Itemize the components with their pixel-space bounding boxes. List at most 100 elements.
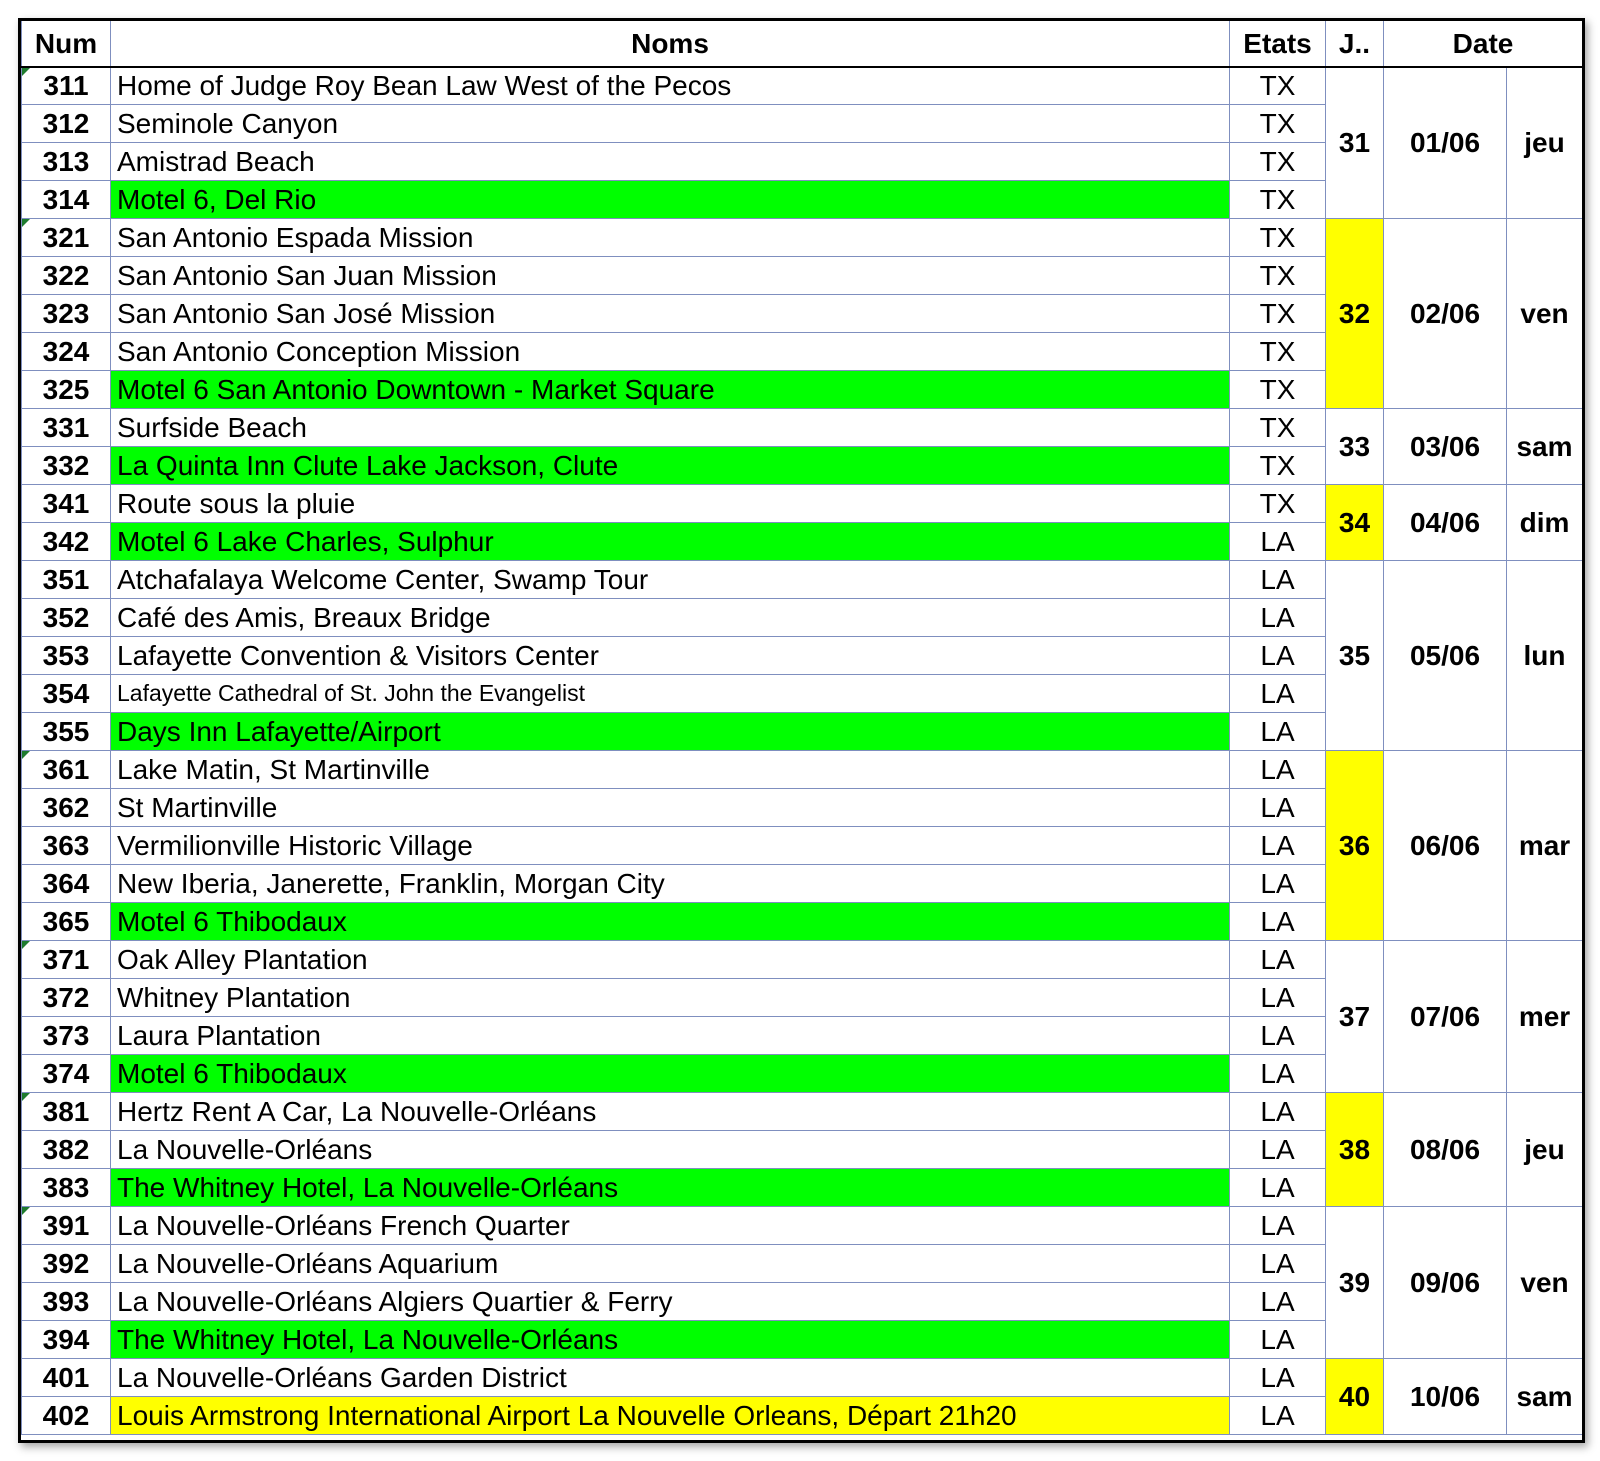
cell-etat[interactable]: LA	[1229, 864, 1326, 903]
cell-etat[interactable]: LA	[1229, 598, 1326, 637]
cell-etat[interactable]: TX	[1229, 446, 1326, 485]
cell-jour[interactable]: 31	[1325, 67, 1384, 219]
cell-nom[interactable]: Atchafalaya Welcome Center, Swamp Tour	[110, 560, 1230, 599]
cell-etat[interactable]: LA	[1229, 750, 1326, 789]
cell-etat[interactable]: LA	[1229, 1054, 1326, 1093]
cell-etat[interactable]: TX	[1229, 484, 1326, 523]
cell-nom[interactable]: Louis Armstrong International Airport La…	[110, 1396, 1230, 1435]
cell-jour[interactable]: 36	[1325, 750, 1384, 941]
cell-etat[interactable]: LA	[1229, 1244, 1326, 1283]
cell-etat[interactable]: LA	[1229, 1092, 1326, 1131]
cell-etat[interactable]: LA	[1229, 1016, 1326, 1055]
cell-nom[interactable]: San Antonio Conception Mission	[110, 332, 1230, 371]
cell-jour[interactable]: 37	[1325, 940, 1384, 1093]
header-etats[interactable]: Etats	[1229, 21, 1326, 68]
cell-nom[interactable]: Café des Amis, Breaux Bridge	[110, 598, 1230, 637]
cell-nom[interactable]: Route sous la pluie	[110, 484, 1230, 523]
cell-nom[interactable]: San Antonio San José Mission	[110, 294, 1230, 333]
cell-nom[interactable]: Amistrad Beach	[110, 142, 1230, 181]
cell-num[interactable]: 353	[21, 636, 111, 675]
cell-num[interactable]: 322	[21, 256, 111, 295]
cell-nom[interactable]: Motel 6, Del Rio	[110, 180, 1230, 219]
cell-etat[interactable]: TX	[1229, 256, 1326, 295]
cell-num[interactable]: 355	[21, 712, 111, 751]
cell-num[interactable]: 331	[21, 408, 111, 447]
cell-date[interactable]: 02/06	[1383, 218, 1507, 409]
cell-weekday[interactable]: dim	[1505, 484, 1582, 561]
cell-num[interactable]: 374	[21, 1054, 111, 1093]
cell-etat[interactable]: TX	[1229, 67, 1326, 105]
cell-weekday[interactable]: ven	[1505, 218, 1582, 409]
cell-etat[interactable]: LA	[1229, 1130, 1326, 1169]
cell-num[interactable]: 341	[21, 484, 111, 523]
cell-etat[interactable]: LA	[1229, 978, 1326, 1017]
cell-etat[interactable]: LA	[1229, 560, 1326, 599]
cell-etat[interactable]: LA	[1229, 522, 1326, 561]
cell-num[interactable]: 351	[21, 560, 111, 599]
cell-nom[interactable]: La Nouvelle-Orléans Aquarium	[110, 1244, 1230, 1283]
cell-num[interactable]: 332	[21, 446, 111, 485]
cell-etat[interactable]: LA	[1229, 1282, 1326, 1321]
cell-date[interactable]: 05/06	[1383, 560, 1507, 751]
cell-etat[interactable]: TX	[1229, 408, 1326, 447]
cell-jour[interactable]: 32	[1325, 218, 1384, 409]
cell-num[interactable]: 354	[21, 674, 111, 713]
cell-num[interactable]: 311	[21, 67, 111, 105]
cell-weekday[interactable]: sam	[1505, 1358, 1582, 1435]
cell-date[interactable]: 04/06	[1383, 484, 1507, 561]
cell-date[interactable]: 09/06	[1383, 1206, 1507, 1359]
cell-etat[interactable]: TX	[1229, 218, 1326, 257]
cell-nom[interactable]: St Martinville	[110, 788, 1230, 827]
cell-etat[interactable]: LA	[1229, 788, 1326, 827]
cell-etat[interactable]: TX	[1229, 180, 1326, 219]
cell-num[interactable]: 373	[21, 1016, 111, 1055]
cell-num[interactable]: 321	[21, 218, 111, 257]
cell-weekday[interactable]: sam	[1505, 408, 1582, 485]
cell-num[interactable]: 394	[21, 1320, 111, 1359]
cell-nom[interactable]: La Nouvelle-Orléans French Quarter	[110, 1206, 1230, 1245]
cell-num[interactable]: 312	[21, 104, 111, 143]
cell-nom[interactable]: Oak Alley Plantation	[110, 940, 1230, 979]
cell-num[interactable]: 323	[21, 294, 111, 333]
cell-nom[interactable]: San Antonio San Juan Mission	[110, 256, 1230, 295]
cell-nom[interactable]: Lafayette Cathedral of St. John the Evan…	[110, 674, 1230, 713]
cell-num[interactable]: 401	[21, 1358, 111, 1397]
header-date[interactable]: Date	[1382, 21, 1582, 68]
cell-date[interactable]: 10/06	[1383, 1358, 1507, 1435]
cell-etat[interactable]: LA	[1229, 712, 1326, 751]
cell-num[interactable]: 342	[21, 522, 111, 561]
cell-nom[interactable]: Laura Plantation	[110, 1016, 1230, 1055]
cell-weekday[interactable]: mer	[1505, 940, 1582, 1093]
cell-nom[interactable]: Seminole Canyon	[110, 104, 1230, 143]
cell-nom[interactable]: San Antonio Espada Mission	[110, 218, 1230, 257]
cell-nom[interactable]: La Nouvelle-Orléans	[110, 1130, 1230, 1169]
cell-weekday[interactable]: ven	[1505, 1206, 1582, 1359]
cell-jour[interactable]: 38	[1325, 1092, 1384, 1207]
header-noms[interactable]: Noms	[110, 21, 1230, 68]
cell-num[interactable]: 352	[21, 598, 111, 637]
cell-num[interactable]: 313	[21, 142, 111, 181]
cell-etat[interactable]: LA	[1229, 826, 1326, 865]
cell-nom[interactable]: Vermilionville Historic Village	[110, 826, 1230, 865]
cell-weekday[interactable]: lun	[1505, 560, 1582, 751]
cell-nom[interactable]: Hertz Rent A Car, La Nouvelle-Orléans	[110, 1092, 1230, 1131]
cell-etat[interactable]: TX	[1229, 294, 1326, 333]
cell-etat[interactable]: LA	[1229, 940, 1326, 979]
cell-nom[interactable]: La Quinta Inn Clute Lake Jackson, Clute	[110, 446, 1230, 485]
cell-nom[interactable]: La Nouvelle-Orléans Garden District	[110, 1358, 1230, 1397]
cell-num[interactable]: 383	[21, 1168, 111, 1207]
cell-date[interactable]: 07/06	[1383, 940, 1507, 1093]
cell-nom[interactable]: Lafayette Convention & Visitors Center	[110, 636, 1230, 675]
cell-num[interactable]: 381	[21, 1092, 111, 1131]
cell-etat[interactable]: LA	[1229, 1320, 1326, 1359]
cell-num[interactable]: 402	[21, 1396, 111, 1435]
cell-etat[interactable]: LA	[1229, 1358, 1326, 1397]
header-jour[interactable]: J..	[1325, 21, 1384, 68]
cell-num[interactable]: 325	[21, 370, 111, 409]
cell-nom[interactable]: The Whitney Hotel, La Nouvelle-Orléans	[110, 1168, 1230, 1207]
cell-num[interactable]: 364	[21, 864, 111, 903]
cell-nom[interactable]: La Nouvelle-Orléans Algiers Quartier & F…	[110, 1282, 1230, 1321]
cell-num[interactable]: 392	[21, 1244, 111, 1283]
cell-date[interactable]: 03/06	[1383, 408, 1507, 485]
cell-num[interactable]: 324	[21, 332, 111, 371]
